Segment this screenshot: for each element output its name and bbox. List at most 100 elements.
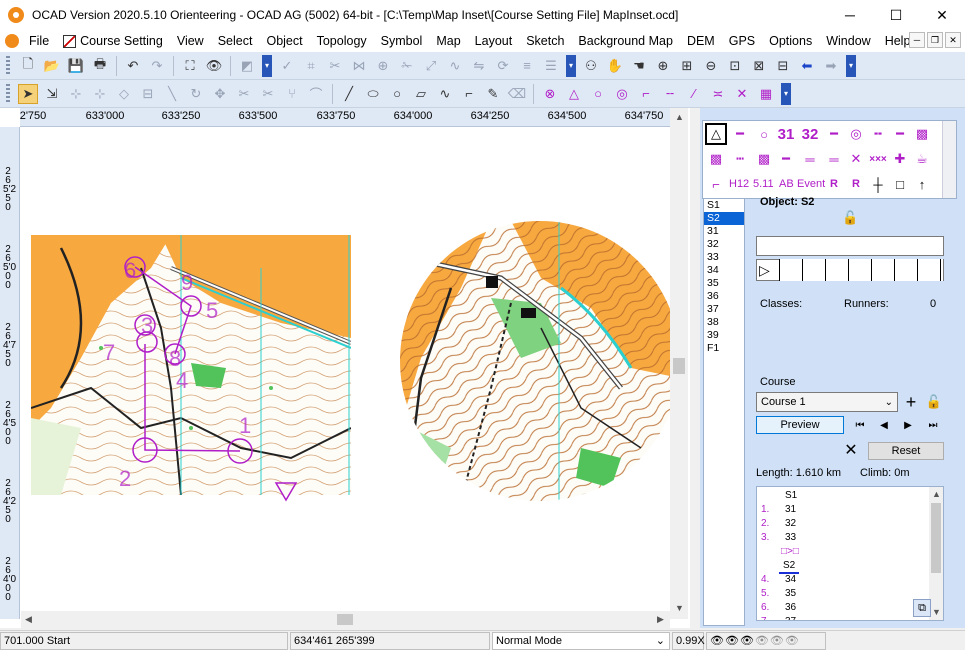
menu-object[interactable]: Object bbox=[259, 34, 309, 48]
symbol-text-511[interactable]: 5.11 bbox=[753, 178, 774, 190]
maximize-button[interactable]: ☐ bbox=[873, 0, 919, 30]
description-symbol-row[interactable]: ▷ bbox=[756, 259, 944, 281]
forbidden-cross-icon[interactable]: ✕ bbox=[732, 84, 752, 104]
zoom-selection-icon[interactable]: ⊠ bbox=[749, 56, 769, 76]
course-legs-list[interactable]: S1 1. 31 2. 32 3. 33 □>□ S2 4. 34 5. 35 6. 36 … bbox=[756, 486, 944, 621]
line-tool-icon[interactable]: ╲ bbox=[162, 84, 182, 104]
toolbar-dropdown-chevron-icon[interactable]: ▾ bbox=[566, 54, 576, 77]
menu-gps[interactable]: GPS bbox=[722, 34, 762, 48]
mdi-minimize-button[interactable]: ─ bbox=[909, 32, 925, 48]
join-icon[interactable]: ⋈ bbox=[349, 56, 369, 76]
description-grid-icon[interactable]: ▦ bbox=[756, 84, 776, 104]
control-list-item[interactable]: 37 bbox=[704, 303, 744, 316]
finish-circle-icon[interactable]: ◎ bbox=[612, 84, 632, 104]
course-symbol-icon[interactable]: ⊗ bbox=[540, 84, 560, 104]
edit-point-arrow-icon[interactable]: ⇲ bbox=[42, 84, 62, 104]
layer-visibility-eyes[interactable]: 👁👁👁👁👁👁 bbox=[706, 632, 826, 650]
remove-vertex-icon[interactable]: ⊹ bbox=[90, 84, 110, 104]
restricted-line-icon[interactable]: ╌ bbox=[660, 84, 680, 104]
control-list-item[interactable]: 39 bbox=[704, 329, 744, 342]
polyline-mode-icon[interactable]: ⌐ bbox=[459, 84, 479, 104]
pencil-mode-icon[interactable]: ✎ bbox=[483, 84, 503, 104]
menu-symbol[interactable]: Symbol bbox=[374, 34, 430, 48]
zoom-in-icon[interactable]: ⊕ bbox=[653, 56, 673, 76]
mdi-close-button[interactable]: ✕ bbox=[945, 32, 961, 48]
print-icon[interactable]: 🖶 bbox=[90, 56, 110, 76]
circle-mode-icon[interactable]: ○ bbox=[387, 84, 407, 104]
delete-cross-icon[interactable]: ✕ bbox=[842, 441, 860, 459]
eye-icon[interactable]: 👁 bbox=[755, 635, 770, 647]
course-line-icon[interactable]: ⁄ bbox=[684, 84, 704, 104]
r-symbol-icon[interactable]: R bbox=[823, 173, 845, 195]
line-symbol-icon[interactable]: ━ bbox=[775, 148, 797, 170]
add-course-plus-icon[interactable]: + bbox=[902, 392, 920, 412]
object-text-input[interactable] bbox=[756, 236, 944, 256]
reshape-icon[interactable]: ⤢ bbox=[421, 56, 441, 76]
smooth-icon[interactable]: ∿ bbox=[445, 56, 465, 76]
toolbar-grip[interactable] bbox=[6, 55, 10, 76]
eye-icon[interactable]: 👁 bbox=[770, 635, 785, 647]
north-arrow-symbol-icon[interactable]: ↑ bbox=[911, 173, 933, 195]
dash-vertex-icon[interactable]: ⊟ bbox=[138, 84, 158, 104]
dashed-line-symbol-icon[interactable]: ╍ bbox=[867, 123, 889, 145]
hatched-area-symbol-icon[interactable]: ▩ bbox=[753, 148, 775, 170]
control-list-item[interactable]: 36 bbox=[704, 290, 744, 303]
menu-window[interactable]: Window bbox=[819, 34, 877, 48]
menu-view[interactable]: View bbox=[170, 34, 211, 48]
fork-icon[interactable]: ⑂ bbox=[282, 84, 302, 104]
freehand-mode-icon[interactable]: ∿ bbox=[435, 84, 455, 104]
zoom-window-icon[interactable]: ⊡ bbox=[725, 56, 745, 76]
unlock-course-icon[interactable]: 🔓 bbox=[925, 392, 943, 412]
first-control-icon[interactable]: ⏮ bbox=[852, 417, 868, 433]
toolbar-dropdown-chevron-icon[interactable]: ▾ bbox=[846, 54, 856, 77]
control-number-31-icon[interactable]: 31 bbox=[775, 123, 797, 145]
minimize-button[interactable]: ─ bbox=[827, 0, 873, 30]
control-list-item[interactable]: 38 bbox=[704, 316, 744, 329]
stretch-icon[interactable]: ✥ bbox=[210, 84, 230, 104]
line-symbol-icon[interactable]: ━ bbox=[823, 123, 845, 145]
marked-route-icon[interactable]: ⌐ bbox=[636, 84, 656, 104]
hatched-area-symbol-icon[interactable]: ▩ bbox=[911, 123, 933, 145]
menu-course-setting[interactable]: Course Setting bbox=[56, 34, 170, 48]
panel-splitter[interactable] bbox=[690, 108, 700, 628]
line-symbol-icon[interactable]: ━ bbox=[729, 123, 751, 145]
zoom-plus-icon[interactable]: ⊞ bbox=[677, 56, 697, 76]
symbol-scrollbar[interactable] bbox=[942, 121, 956, 198]
cut-line-icon[interactable]: ✁ bbox=[397, 56, 417, 76]
corner-symbol-icon[interactable]: ⌐ bbox=[705, 173, 727, 195]
ocad-app-icon[interactable] bbox=[8, 7, 24, 23]
pan-hand-icon[interactable]: ✋ bbox=[605, 56, 625, 76]
toolbar-dropdown-chevron-icon[interactable]: ▾ bbox=[262, 54, 272, 77]
back-arrow-icon[interactable]: ⬅ bbox=[797, 56, 817, 76]
r-symbol-icon[interactable]: R bbox=[845, 173, 867, 195]
control-list-item[interactable]: 35 bbox=[704, 277, 744, 290]
thick-line-symbol-icon[interactable]: ━ bbox=[889, 123, 911, 145]
control-list[interactable]: S1 S2 31 32 33 34 35 36 37 38 39 F1 bbox=[703, 198, 745, 626]
check-icon[interactable]: ✓ bbox=[277, 56, 297, 76]
toolbar-dropdown-chevron-icon[interactable]: ▾ bbox=[781, 82, 791, 105]
unlock-icon[interactable]: 🔓 bbox=[842, 210, 858, 226]
scroll-thumb[interactable] bbox=[673, 358, 685, 374]
control-list-item[interactable]: 31 bbox=[704, 225, 744, 238]
menu-dem[interactable]: DEM bbox=[680, 34, 722, 48]
rotate-icon[interactable]: ⟳ bbox=[493, 56, 513, 76]
undo-icon[interactable]: ↶ bbox=[123, 56, 143, 76]
scroll-down-icon[interactable]: ▼ bbox=[932, 607, 941, 617]
eye-icon[interactable]: 👁 bbox=[740, 635, 755, 647]
scroll-thumb[interactable] bbox=[931, 503, 941, 573]
control-number-32-icon[interactable]: 32 bbox=[799, 123, 821, 145]
finish-symbol-icon[interactable]: ◎ bbox=[845, 123, 867, 145]
fullscreen-icon[interactable]: ⛶ bbox=[180, 56, 200, 76]
close-button[interactable]: ✕ bbox=[919, 0, 965, 30]
control-list-item[interactable]: 33 bbox=[704, 251, 744, 264]
menu-layout[interactable]: Layout bbox=[468, 34, 520, 48]
hatched-area-symbol-icon[interactable]: ▩ bbox=[705, 148, 727, 170]
double-line-symbol-icon[interactable]: ═ bbox=[823, 148, 845, 170]
reset-button[interactable]: Reset bbox=[868, 442, 944, 460]
symbol-text-event[interactable]: Event bbox=[797, 178, 825, 190]
new-file-icon[interactable]: 🗋 bbox=[18, 56, 38, 76]
merge-icon[interactable]: ⊕ bbox=[373, 56, 393, 76]
previous-control-icon[interactable]: ◀ bbox=[876, 417, 892, 433]
eye-icon[interactable]: 👁 bbox=[785, 635, 800, 647]
scroll-up-icon[interactable]: ▲ bbox=[932, 489, 941, 499]
